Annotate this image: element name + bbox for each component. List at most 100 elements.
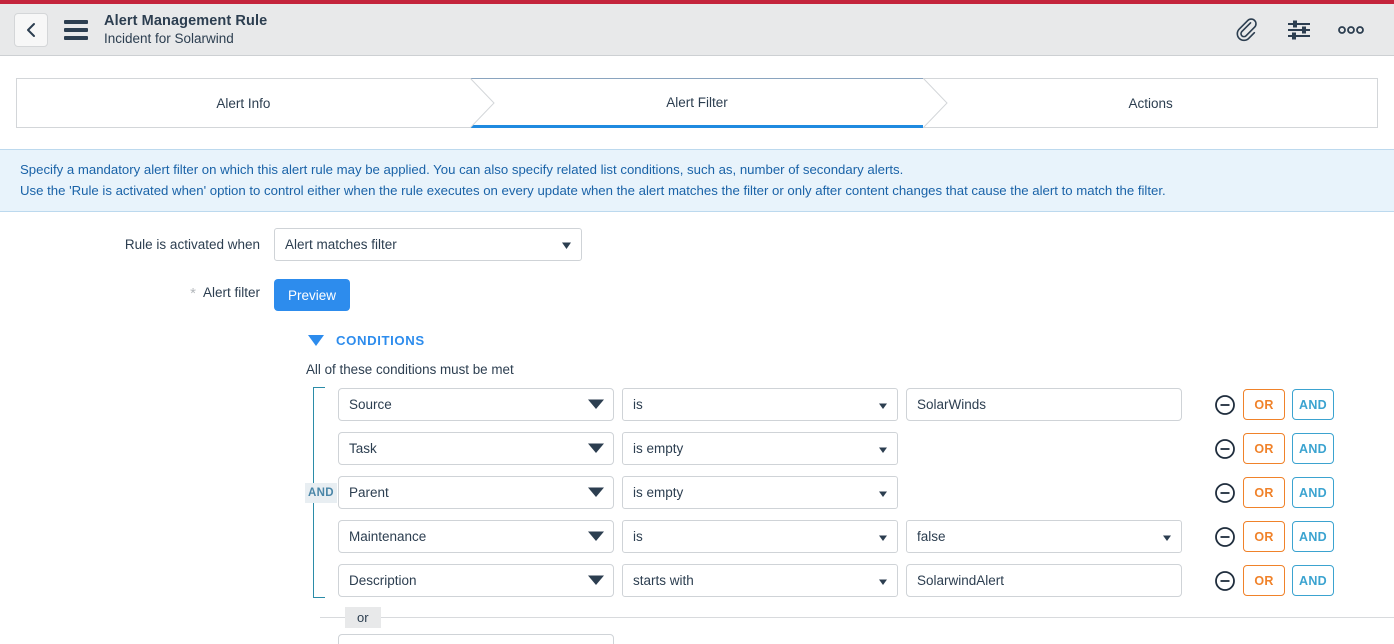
conditions-block: CONDITIONS All of these conditions must … — [0, 333, 1394, 644]
row-rule-activated: Rule is activated when Alert matches fil… — [0, 228, 1394, 261]
next-condition-row — [308, 634, 1394, 644]
condition-operator-select[interactable]: is — [622, 520, 898, 553]
page-subtitle: Incident for Solarwind — [104, 30, 234, 46]
condition-operator-value: is empty — [633, 485, 684, 500]
or-button[interactable]: OR — [1243, 477, 1285, 508]
conditions-title: CONDITIONS — [336, 333, 425, 348]
rule-activated-label: Rule is activated when — [124, 237, 260, 252]
hamburger-menu-icon[interactable] — [64, 19, 88, 40]
condition-operator-value: starts with — [633, 573, 694, 588]
header-title-block: Alert Management Rule Incident for Solar… — [104, 13, 267, 46]
chevron-down-icon — [588, 529, 604, 544]
and-button[interactable]: AND — [1292, 565, 1334, 596]
alert-filter-label-text: Alert filter — [202, 285, 260, 300]
back-button[interactable] — [14, 12, 48, 47]
or-button[interactable]: OR — [1243, 565, 1285, 596]
condition-operator-value: is empty — [633, 441, 684, 456]
condition-value-select[interactable]: false — [906, 520, 1182, 553]
rule-activated-value: Alert matches filter — [285, 237, 397, 252]
info-banner-line-1: Specify a mandatory alert filter on whic… — [20, 162, 904, 177]
condition-field-select[interactable]: Maintenance — [338, 520, 614, 553]
wizard-tabs: Alert Info Alert Filter Actions — [16, 77, 1379, 129]
chevron-down-icon — [879, 573, 887, 588]
tab-alert-filter[interactable]: Alert Filter — [469, 77, 949, 129]
condition-operator-value: is — [633, 529, 643, 544]
chevron-down-icon — [879, 485, 887, 500]
condition-operator-select[interactable]: is empty — [622, 432, 898, 465]
condition-row: Task is empty OR AND — [338, 429, 1394, 468]
tab-label: Actions — [1128, 95, 1173, 111]
minus-circle-icon[interactable] — [1214, 482, 1236, 504]
info-banner-line-2: Use the 'Rule is activated when' option … — [20, 183, 1166, 198]
tab-label: Alert Info — [216, 95, 271, 111]
group-connector-label: AND — [305, 482, 337, 503]
row-alert-filter: * Alert filter Preview — [0, 279, 1394, 311]
or-button[interactable]: OR — [1243, 389, 1285, 420]
or-divider: or — [320, 606, 1394, 628]
wizard-tabs-wrap: Alert Info Alert Filter Actions — [0, 56, 1394, 129]
conditions-subtitle: All of these conditions must be met — [306, 362, 514, 377]
or-button[interactable]: OR — [1243, 433, 1285, 464]
tab-label: Alert Filter — [666, 94, 728, 110]
alert-filter-label: * Alert filter — [16, 279, 274, 302]
condition-operator-select[interactable]: is — [622, 388, 898, 421]
more-options-icon[interactable] — [1336, 15, 1366, 45]
condition-operator-select[interactable]: starts with — [622, 564, 898, 597]
chevron-down-icon — [588, 485, 604, 500]
condition-row-actions: OR AND — [1214, 433, 1334, 464]
personalize-icon[interactable] — [1284, 15, 1314, 45]
and-button[interactable]: AND — [1292, 389, 1334, 420]
header-actions — [1232, 15, 1378, 45]
condition-row-actions: OR AND — [1214, 477, 1334, 508]
condition-field-value: Description — [349, 573, 417, 588]
condition-row: Description starts with SolarwindAlert O… — [338, 561, 1394, 600]
condition-field-value: Source — [349, 397, 392, 412]
condition-value-text: SolarwindAlert — [917, 573, 1005, 588]
condition-operator-value: is — [633, 397, 643, 412]
triangle-down-icon[interactable] — [308, 335, 324, 346]
tab-alert-info[interactable]: Alert Info — [16, 77, 495, 129]
minus-circle-icon[interactable] — [1214, 570, 1236, 592]
condition-group: AND Source is SolarWinds OR AND Task is … — [305, 385, 1394, 600]
condition-row: Maintenance is false OR AND — [338, 517, 1394, 556]
condition-field-value: Maintenance — [349, 529, 427, 544]
condition-field-value: Parent — [349, 485, 389, 500]
condition-value-text: SolarWinds — [917, 397, 987, 412]
condition-field-select[interactable]: Parent — [338, 476, 614, 509]
conditions-header[interactable]: CONDITIONS — [308, 333, 1394, 348]
app-header: Alert Management Rule Incident for Solar… — [0, 4, 1394, 56]
condition-field-select[interactable]: Task — [338, 432, 614, 465]
form-area: Rule is activated when Alert matches fil… — [0, 212, 1394, 644]
condition-field-select[interactable] — [338, 634, 614, 644]
and-button[interactable]: AND — [1292, 433, 1334, 464]
condition-value-input[interactable]: SolarwindAlert — [906, 564, 1182, 597]
chevron-down-icon — [879, 397, 887, 412]
or-divider-line — [320, 617, 1394, 618]
chevron-down-icon — [879, 441, 887, 456]
condition-row: Parent is empty OR AND — [338, 473, 1394, 512]
attachment-icon[interactable] — [1232, 15, 1262, 45]
preview-button[interactable]: Preview — [274, 279, 351, 311]
condition-row-actions: OR AND — [1214, 521, 1334, 552]
minus-circle-icon[interactable] — [1214, 526, 1236, 548]
and-button[interactable]: AND — [1292, 477, 1334, 508]
info-banner: Specify a mandatory alert filter on whic… — [0, 149, 1394, 212]
condition-value-input[interactable]: SolarWinds — [906, 388, 1182, 421]
minus-circle-icon[interactable] — [1214, 394, 1236, 416]
or-button[interactable]: OR — [1243, 521, 1285, 552]
chevron-down-icon — [1163, 529, 1171, 544]
condition-field-select[interactable]: Description — [338, 564, 614, 597]
and-button[interactable]: AND — [1292, 521, 1334, 552]
tab-actions[interactable]: Actions — [923, 78, 1379, 128]
chevron-down-icon — [879, 529, 887, 544]
chevron-left-icon — [24, 22, 38, 38]
rule-activated-select[interactable]: Alert matches filter — [274, 228, 582, 261]
chevron-down-icon — [588, 441, 604, 456]
condition-operator-select[interactable]: is empty — [622, 476, 898, 509]
condition-row: Source is SolarWinds OR AND — [338, 385, 1394, 424]
required-asterisk-icon: * — [190, 285, 196, 302]
condition-field-value: Task — [349, 441, 377, 456]
condition-field-select[interactable]: Source — [338, 388, 614, 421]
or-divider-label: or — [345, 606, 381, 628]
minus-circle-icon[interactable] — [1214, 438, 1236, 460]
